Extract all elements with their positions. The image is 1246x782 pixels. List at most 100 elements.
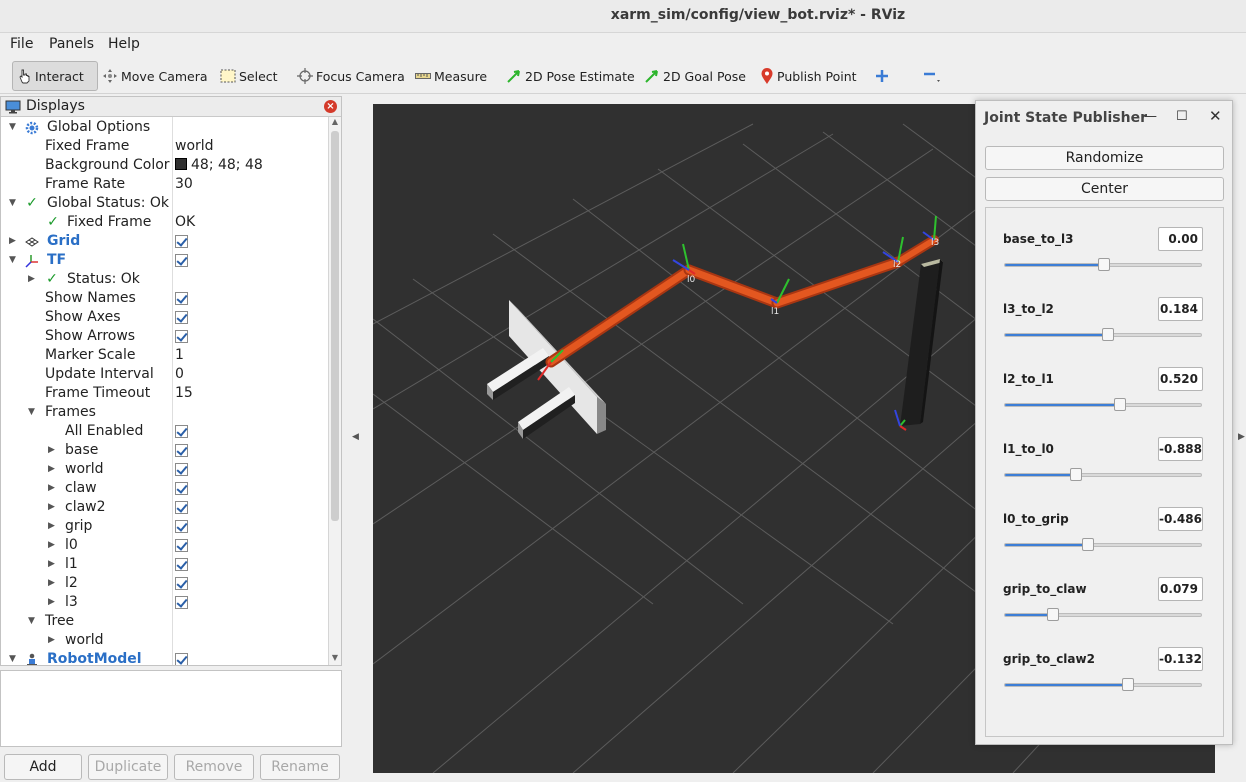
slider-handle[interactable] xyxy=(1122,678,1134,691)
tree-row-frame-world[interactable]: ▶ world xyxy=(1,460,327,479)
joint-slider[interactable] xyxy=(1004,608,1202,621)
close-icon[interactable]: × xyxy=(324,100,337,113)
scroll-up-icon[interactable]: ▲ xyxy=(329,117,341,129)
expand-right-icon[interactable]: ▶ xyxy=(28,270,38,289)
tree-row-fixed-frame[interactable]: Fixed Frame world xyxy=(1,137,327,156)
interact-button[interactable]: Interact xyxy=(12,61,98,91)
center-button[interactable]: Center xyxy=(985,177,1224,201)
publish-point-button[interactable]: Publish Point xyxy=(760,61,857,91)
row-value[interactable]: 30 xyxy=(175,175,193,194)
slider-handle[interactable] xyxy=(1098,258,1110,271)
remove-button[interactable]: Remove xyxy=(174,754,254,780)
tree-row-grid[interactable]: ▶ Grid xyxy=(1,232,327,251)
joint-slider[interactable] xyxy=(1004,258,1202,271)
collapse-left-icon[interactable]: ◀ xyxy=(352,432,359,442)
enable-checkbox[interactable] xyxy=(175,520,188,533)
tree-row-tf[interactable]: ▼ TF xyxy=(1,251,327,270)
expand-right-icon[interactable]: ▶ xyxy=(48,441,58,460)
enable-checkbox[interactable] xyxy=(175,444,188,457)
row-value[interactable]: 0 xyxy=(175,365,184,384)
joint-slider[interactable] xyxy=(1004,398,1202,411)
enable-checkbox[interactable] xyxy=(175,577,188,590)
enable-checkbox[interactable] xyxy=(175,482,188,495)
expand-right-icon[interactable]: ▶ xyxy=(48,479,58,498)
enable-checkbox[interactable] xyxy=(175,558,188,571)
enable-checkbox[interactable] xyxy=(175,292,188,305)
row-value[interactable]: 15 xyxy=(175,384,193,403)
tree-row-frame-l3[interactable]: ▶ l3 xyxy=(1,593,327,612)
enable-checkbox[interactable] xyxy=(175,653,188,665)
enable-checkbox[interactable] xyxy=(175,463,188,476)
expand-right-icon[interactable]: ▶ xyxy=(48,517,58,536)
tree-row-show-names[interactable]: Show Names xyxy=(1,289,327,308)
tree-row-fixed-frame-status[interactable]: ✓ Fixed Frame OK xyxy=(1,213,327,232)
tree-row-tf-status[interactable]: ▶ ✓ Status: Ok xyxy=(1,270,327,289)
expand-down-icon[interactable]: ▼ xyxy=(28,612,38,631)
displays-scrollbar[interactable]: ▲ ▼ xyxy=(328,117,341,665)
joint-value-field[interactable]: 0.184 xyxy=(1158,297,1203,321)
tree-row-background-color[interactable]: Background Color 48; 48; 48 xyxy=(1,156,327,175)
menu-panels[interactable]: Panels xyxy=(49,36,94,52)
joint-slider[interactable] xyxy=(1004,468,1202,481)
tree-row-frame-rate[interactable]: Frame Rate 30 xyxy=(1,175,327,194)
expand-down-icon[interactable]: ▼ xyxy=(9,118,19,137)
tree-row-tree[interactable]: ▼ Tree xyxy=(1,612,327,631)
tree-row-frame-l0[interactable]: ▶ l0 xyxy=(1,536,327,555)
expand-right-icon[interactable]: ▶ xyxy=(48,631,58,650)
enable-checkbox[interactable] xyxy=(175,596,188,609)
enable-checkbox[interactable] xyxy=(175,539,188,552)
expand-right-icon[interactable]: ▶ xyxy=(48,574,58,593)
collapse-right-icon[interactable]: ▶ xyxy=(1238,432,1245,442)
joint-value-field[interactable]: 0.00 xyxy=(1158,227,1203,251)
menu-file[interactable]: File xyxy=(10,36,33,52)
joint-value-field[interactable]: -0.486 xyxy=(1158,507,1203,531)
expand-down-icon[interactable]: ▼ xyxy=(9,650,19,665)
expand-down-icon[interactable]: ▼ xyxy=(9,251,19,270)
tree-row-update-interval[interactable]: Update Interval 0 xyxy=(1,365,327,384)
slider-handle[interactable] xyxy=(1114,398,1126,411)
tree-row-frame-timeout[interactable]: Frame Timeout 15 xyxy=(1,384,327,403)
remove-tool-button[interactable] xyxy=(923,61,946,91)
maximize-icon[interactable]: ☐ xyxy=(1176,109,1188,124)
tree-row-global-status[interactable]: ▼ ✓ Global Status: Ok xyxy=(1,194,327,213)
duplicate-button[interactable]: Duplicate xyxy=(88,754,168,780)
expand-right-icon[interactable]: ▶ xyxy=(48,498,58,517)
scrollbar-thumb[interactable] xyxy=(331,131,339,521)
menu-help[interactable]: Help xyxy=(108,36,140,52)
joint-value-field[interactable]: 0.079 xyxy=(1158,577,1203,601)
enable-checkbox[interactable] xyxy=(175,254,188,267)
tree-row-marker-scale[interactable]: Marker Scale 1 xyxy=(1,346,327,365)
add-tool-button[interactable] xyxy=(875,61,892,91)
row-value[interactable]: 1 xyxy=(175,346,184,365)
tree-row-frame-claw[interactable]: ▶ claw xyxy=(1,479,327,498)
joint-value-field[interactable]: 0.520 xyxy=(1158,367,1203,391)
enable-checkbox[interactable] xyxy=(175,425,188,438)
row-value[interactable]: 48; 48; 48 xyxy=(175,156,263,175)
tree-row-frame-claw2[interactable]: ▶ claw2 xyxy=(1,498,327,517)
rename-button[interactable]: Rename xyxy=(260,754,340,780)
enable-checkbox[interactable] xyxy=(175,311,188,324)
expand-right-icon[interactable]: ▶ xyxy=(48,536,58,555)
expand-right-icon[interactable]: ▶ xyxy=(48,460,58,479)
slider-handle[interactable] xyxy=(1102,328,1114,341)
tree-row-frame-l1[interactable]: ▶ l1 xyxy=(1,555,327,574)
tree-row-show-arrows[interactable]: Show Arrows xyxy=(1,327,327,346)
expand-down-icon[interactable]: ▼ xyxy=(28,403,38,422)
row-value[interactable]: world xyxy=(175,137,214,156)
focus-camera-button[interactable]: Focus Camera xyxy=(297,61,405,91)
close-icon[interactable]: ✕ xyxy=(1209,107,1222,125)
expand-right-icon[interactable]: ▶ xyxy=(9,232,19,251)
tree-row-frame-base[interactable]: ▶ base xyxy=(1,441,327,460)
expand-down-icon[interactable]: ▼ xyxy=(9,194,19,213)
joint-value-field[interactable]: -0.132 xyxy=(1158,647,1203,671)
tree-row-global-options[interactable]: ▼ Global Options xyxy=(1,118,327,137)
tree-row-tree-world[interactable]: ▶ world xyxy=(1,631,327,650)
add-button[interactable]: Add xyxy=(4,754,82,780)
enable-checkbox[interactable] xyxy=(175,235,188,248)
joint-slider[interactable] xyxy=(1004,678,1202,691)
tree-row-all-enabled[interactable]: All Enabled xyxy=(1,422,327,441)
select-button[interactable]: Select xyxy=(220,61,278,91)
move-camera-button[interactable]: Move Camera xyxy=(102,61,208,91)
slider-handle[interactable] xyxy=(1047,608,1059,621)
tree-row-frames[interactable]: ▼ Frames xyxy=(1,403,327,422)
